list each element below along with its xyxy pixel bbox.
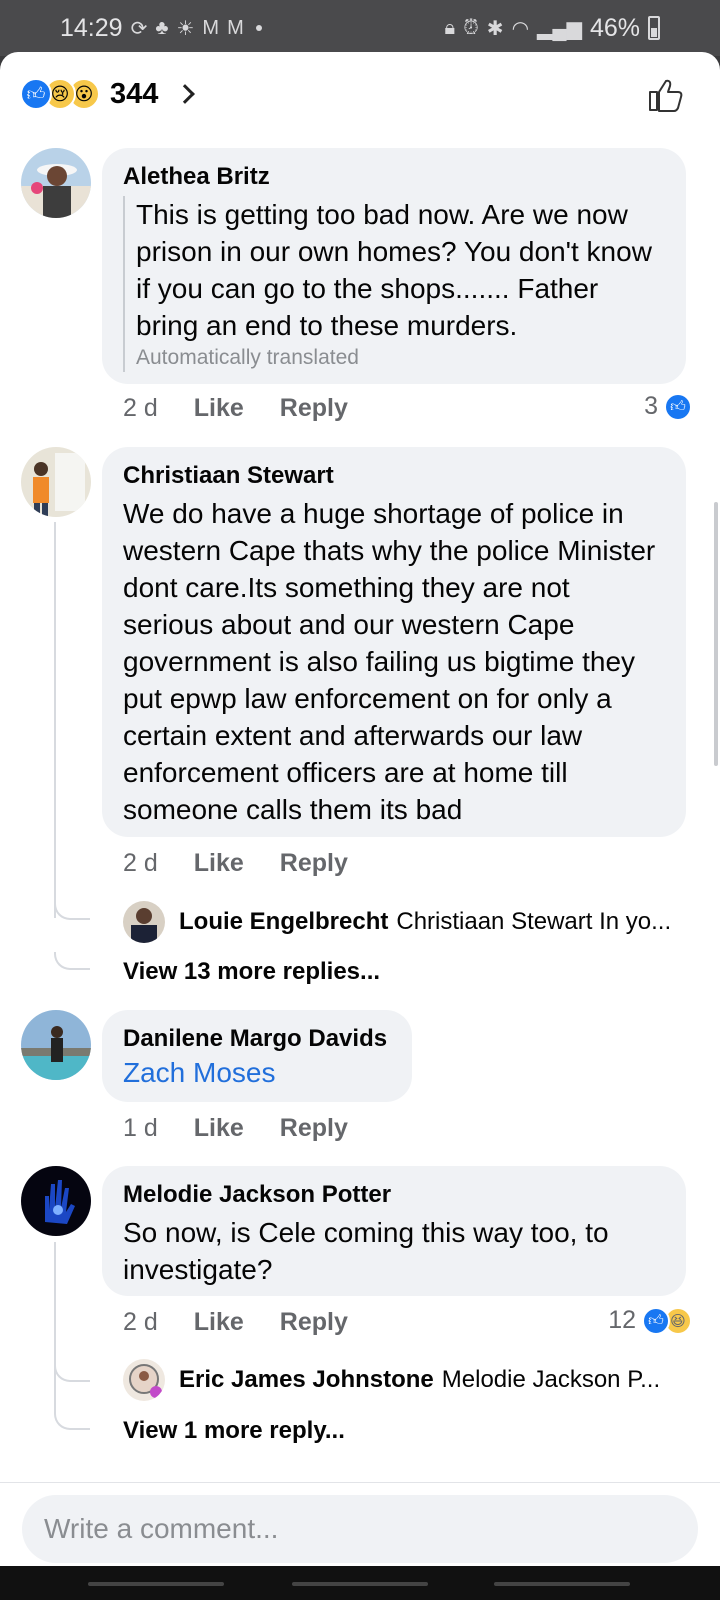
thread-branch [54, 902, 90, 920]
reply-preview[interactable]: Louie Engelbrecht Christiaan Stewart In … [123, 901, 671, 943]
nav-back[interactable] [494, 1582, 630, 1586]
notification-icon: ♣ [155, 16, 169, 39]
thread-line [54, 522, 56, 918]
like-button[interactable]: Like [194, 1114, 244, 1143]
tagged-user-link[interactable]: Zach Moses [123, 1054, 392, 1091]
comment-author[interactable]: Christiaan Stewart [123, 461, 666, 491]
comment-reactions[interactable]: 12 👍︎ 😆 [608, 1306, 692, 1335]
avatar[interactable] [21, 1010, 91, 1080]
sync-icon: ⟳ [130, 17, 148, 40]
comment-reaction-count: 3 [644, 392, 658, 420]
nav-home[interactable] [292, 1582, 428, 1586]
reaction-count: 344 [110, 77, 159, 110]
gmail-icon-2: M [227, 16, 244, 39]
comments-sheet: 👍︎ 😢 😮 344 Alethea Britz This is getting… [0, 52, 720, 1600]
like-reaction-icon: 👍︎ [642, 1306, 670, 1335]
comment-text: This is getting too bad now. Are we now … [136, 199, 652, 341]
comment-author[interactable]: Melodie Jackson Potter [123, 1180, 666, 1210]
battery-icon [648, 16, 660, 40]
status-time: 14:29 [60, 13, 123, 42]
bluetooth-icon: ✱ [486, 17, 504, 40]
thread-line [54, 1242, 56, 1412]
like-post-icon[interactable] [648, 78, 684, 112]
comment-text: We do have a huge shortage of police in … [123, 498, 656, 825]
gmail-icon: M [202, 16, 220, 39]
comment-text: So now, is Cele coming this way too, to … [123, 1217, 609, 1285]
comment-actions: 2 d Like Reply [123, 1308, 384, 1337]
signal-icon: ▂▄▆ [537, 17, 582, 40]
comment-reaction-count: 12 [608, 1306, 636, 1334]
like-reaction-icon: 👍︎ [664, 392, 692, 421]
chevron-right-icon [175, 84, 196, 104]
comment-actions: 1 d Like Reply [123, 1114, 384, 1143]
reply-button[interactable]: Reply [280, 1308, 348, 1337]
comment-time[interactable]: 2 d [123, 394, 158, 423]
comment-author[interactable]: Danilene Margo Davids [123, 1024, 392, 1054]
nav-recent[interactable] [88, 1582, 224, 1586]
thread-branch [54, 1364, 90, 1382]
comment-time[interactable]: 1 d [123, 1114, 158, 1143]
battery-percent: 46% [589, 13, 640, 42]
like-button[interactable]: Like [194, 849, 244, 878]
view-more-replies[interactable]: View 13 more replies... [123, 958, 380, 986]
comment-time[interactable]: 2 d [123, 1308, 158, 1337]
thread-branch [54, 952, 90, 970]
wifi-icon: ◠ [511, 17, 530, 40]
translation-label[interactable]: Automatically translated [136, 344, 666, 372]
reply-button[interactable]: Reply [280, 849, 348, 878]
reply-author: Eric James Johnstone [179, 1366, 434, 1393]
comment-input[interactable]: Write a comment... [22, 1495, 698, 1563]
view-more-replies[interactable]: View 1 more reply... [123, 1417, 345, 1445]
alarm-icon: ⏰︎ [463, 16, 479, 39]
comment-bubble: Christiaan Stewart We do have a huge sho… [102, 447, 686, 837]
comment-actions: 2 d Like Reply [123, 849, 384, 878]
reply-preview[interactable]: Eric James Johnstone Melodie Jackson P..… [123, 1359, 660, 1401]
avatar [123, 901, 165, 943]
reply-text: Christiaan Stewart In yo... [396, 908, 672, 935]
comment-actions: 2 d Like Reply [123, 394, 384, 423]
weather-icon: ☀ [176, 17, 195, 40]
reply-button[interactable]: Reply [280, 394, 348, 423]
comment-time[interactable]: 2 d [123, 849, 158, 878]
comment-bubble: Alethea Britz This is getting too bad no… [102, 148, 686, 384]
comment-bubble: Danilene Margo Davids Zach Moses [102, 1010, 412, 1102]
reply-text: Melodie Jackson P... [441, 1366, 661, 1393]
comment-bubble: Melodie Jackson Potter So now, is Cele c… [102, 1166, 686, 1296]
lock-icon: 🔒︎ [444, 16, 456, 39]
reactions-summary[interactable]: 👍︎ 😢 😮 344 [20, 74, 196, 114]
status-bar: 14:29 ⟳ ♣ ☀ M M 🔒︎ ⏰︎ ✱ ◠ ▂▄▆ 46% [0, 0, 720, 56]
more-notifications-icon [255, 25, 262, 31]
avatar[interactable] [21, 148, 91, 218]
avatar[interactable] [21, 447, 91, 517]
system-nav-bar [0, 1566, 720, 1600]
avatar [123, 1359, 165, 1401]
like-button[interactable]: Like [194, 1308, 244, 1337]
scrollbar[interactable] [714, 502, 718, 766]
like-button[interactable]: Like [194, 394, 244, 423]
like-reaction-icon: 👍︎ [20, 78, 52, 110]
thread-branch [54, 1412, 90, 1430]
comment-author[interactable]: Alethea Britz [123, 162, 666, 192]
avatar[interactable] [21, 1166, 91, 1236]
reply-button[interactable]: Reply [280, 1114, 348, 1143]
comment-reactions[interactable]: 3 👍︎ [644, 392, 692, 421]
reply-author: Louie Engelbrecht [179, 908, 389, 935]
